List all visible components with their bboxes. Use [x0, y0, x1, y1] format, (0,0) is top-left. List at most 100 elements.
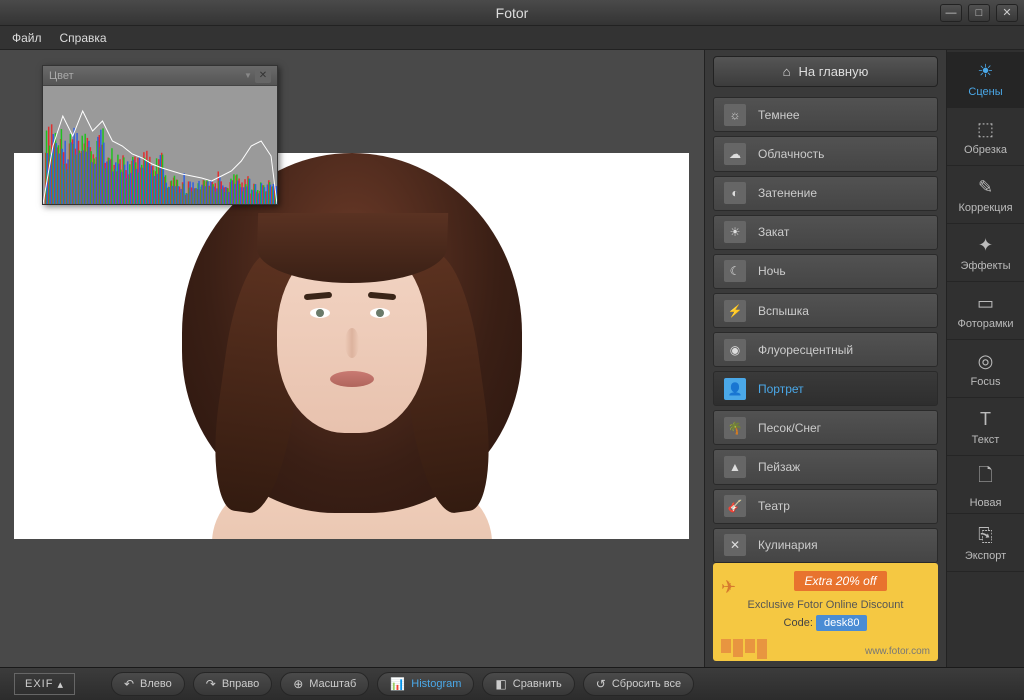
scene-label: Вспышка	[758, 304, 809, 318]
scene-item-6[interactable]: ◉ Флуоресцентный	[713, 332, 938, 367]
bottom-вправо[interactable]: ↷ Вправо	[193, 672, 272, 696]
tool-icon: T	[980, 409, 991, 430]
tool-обрезка[interactable]: ⬚ Обрезка	[947, 110, 1024, 166]
tool-label: Новая	[970, 497, 1002, 509]
home-button[interactable]: ⌂ На главную	[713, 56, 938, 87]
promo-code: Code: desk80	[784, 617, 868, 629]
scene-icon: ☾	[724, 260, 746, 282]
tool-эффекты[interactable]: ✦Эффекты	[947, 226, 1024, 282]
scene-label: Портрет	[758, 382, 804, 396]
tool-сцены[interactable]: ☀ Сцены	[947, 52, 1024, 108]
portrait-image	[202, 153, 502, 539]
app-title: Fotor	[496, 5, 529, 21]
menu-help[interactable]: Справка	[60, 31, 107, 45]
tool-текст[interactable]: T Текст	[947, 400, 1024, 456]
menu-file[interactable]: Файл	[12, 31, 42, 45]
tool-icon: ✦	[978, 235, 993, 256]
bottom-histogram[interactable]: 📊Histogram	[377, 672, 474, 696]
tool-icon: ◎	[978, 351, 994, 372]
tool-label: Текст	[972, 434, 1000, 446]
tool-фоторамки[interactable]: ▭Фоторамки	[947, 284, 1024, 340]
tool-label: Сцены	[968, 86, 1002, 98]
tool-новая[interactable]: 🗋 Новая	[947, 458, 1024, 514]
scene-item-1[interactable]: ☁Облачность	[713, 136, 938, 171]
tool-label: Focus	[971, 376, 1001, 388]
scene-label: Облачность	[758, 147, 824, 161]
canvas-area: Цвет ▼ ✕	[0, 50, 704, 667]
scene-icon: ☀	[724, 221, 746, 243]
chevron-up-icon: ▴	[57, 678, 64, 691]
scene-item-9[interactable]: ▲ Пейзаж	[713, 449, 938, 484]
histogram-chart	[43, 86, 277, 204]
histogram-panel[interactable]: Цвет ▼ ✕	[42, 65, 278, 205]
btn-label: Histogram	[411, 678, 461, 690]
bottom-сравнить[interactable]: ◧Сравнить	[482, 672, 574, 696]
tool-focus[interactable]: ◎ Focus	[947, 342, 1024, 398]
scene-icon: ◉	[724, 339, 746, 361]
close-button[interactable]: ✕	[996, 4, 1018, 22]
btn-icon: ↺	[596, 677, 606, 691]
btn-label: Масштаб	[309, 678, 356, 690]
btn-label: Сбросить все	[612, 678, 681, 690]
bottom-влево[interactable]: ↶ Влево	[111, 672, 185, 696]
bottom-сбросить все[interactable]: ↺ Сбросить все	[583, 672, 694, 696]
tool-icon: ⎘	[978, 525, 992, 546]
tool-icon: ⬚	[977, 119, 994, 140]
image-canvas[interactable]	[14, 153, 689, 539]
scene-label: Пейзаж	[758, 460, 800, 474]
tool-icon: ☀	[977, 61, 993, 82]
scene-item-3[interactable]: ☀ Закат	[713, 215, 938, 250]
plane-icon: ✈	[721, 577, 736, 598]
scene-item-4[interactable]: ☾ Ночь	[713, 254, 938, 289]
btn-label: Сравнить	[513, 678, 562, 690]
scene-item-2[interactable]: ◐Затенение	[713, 176, 938, 211]
scene-icon: ✕	[724, 534, 746, 556]
scene-icon: ◐	[724, 182, 746, 204]
tool-коррекция[interactable]: ✎Коррекция	[947, 168, 1024, 224]
btn-icon: ⊕	[293, 677, 303, 691]
bottom-toolbar: EXIF ▴ ↶ Влево ↷ Вправо ⊕ Масштаб 📊Histogram ◧С…	[0, 667, 1024, 700]
scene-label: Флуоресцентный	[758, 343, 853, 357]
histogram-dropdown-icon[interactable]: ▼	[241, 69, 255, 83]
scene-label: Театр	[758, 499, 790, 513]
scene-icon: 🎸	[724, 495, 746, 517]
tool-label: Обрезка	[964, 144, 1007, 156]
btn-label: Влево	[140, 678, 172, 690]
promo-text: Exclusive Fotor Online Discount	[748, 599, 904, 611]
tool-icon: 🗋	[978, 463, 992, 493]
tool-экспорт[interactable]: ⎘ Экспорт	[947, 516, 1024, 572]
scene-label: Темнее	[758, 108, 800, 122]
scene-item-5[interactable]: ⚡ Вспышка	[713, 293, 938, 328]
scene-item-0[interactable]: ☼ Темнее	[713, 97, 938, 132]
tool-label: Экспорт	[965, 550, 1006, 562]
scene-icon: ☼	[724, 104, 746, 126]
home-label: На главную	[799, 64, 869, 79]
tool-icon: ▭	[977, 293, 994, 314]
tool-icon: ✎	[978, 177, 993, 198]
btn-label: Вправо	[222, 678, 259, 690]
scene-icon: ⚡	[724, 300, 746, 322]
btn-icon: ↷	[206, 677, 216, 691]
scene-label: Закат	[758, 225, 789, 239]
exif-button[interactable]: EXIF ▴	[14, 673, 75, 695]
btn-icon: ↶	[124, 677, 134, 691]
maximize-button[interactable]: □	[968, 4, 990, 22]
scene-item-11[interactable]: ✕ Кулинария	[713, 528, 938, 563]
minimize-button[interactable]: —	[940, 4, 962, 22]
home-icon: ⌂	[783, 64, 791, 79]
scene-icon: 👤	[724, 378, 746, 400]
scene-icon: 🌴	[724, 417, 746, 439]
scene-label: Песок/Снег	[758, 421, 821, 435]
scene-item-7[interactable]: 👤 Портрет	[713, 371, 938, 406]
scene-item-10[interactable]: 🎸 Театр	[713, 489, 938, 524]
bottom-масштаб[interactable]: ⊕ Масштаб	[280, 672, 369, 696]
scene-icon: ▲	[724, 456, 746, 478]
promo-banner[interactable]: ✈ Extra 20% off Exclusive Fotor Online D…	[713, 563, 938, 661]
scene-item-8[interactable]: 🌴 Песок/Снег	[713, 410, 938, 445]
histogram-close-icon[interactable]: ✕	[255, 69, 271, 83]
scene-list: ☼ Темнее ☁Облачность ◐Затенение ☀ Закат ☾ Ночь ⚡…	[713, 97, 938, 563]
scene-label: Кулинария	[758, 538, 818, 552]
histogram-title: Цвет	[49, 70, 241, 82]
tools-column: ☀ Сцены ⬚ Обрезка ✎Коррекция✦Эффекты▭Фоторам…	[946, 50, 1024, 667]
scene-label: Ночь	[758, 264, 786, 278]
